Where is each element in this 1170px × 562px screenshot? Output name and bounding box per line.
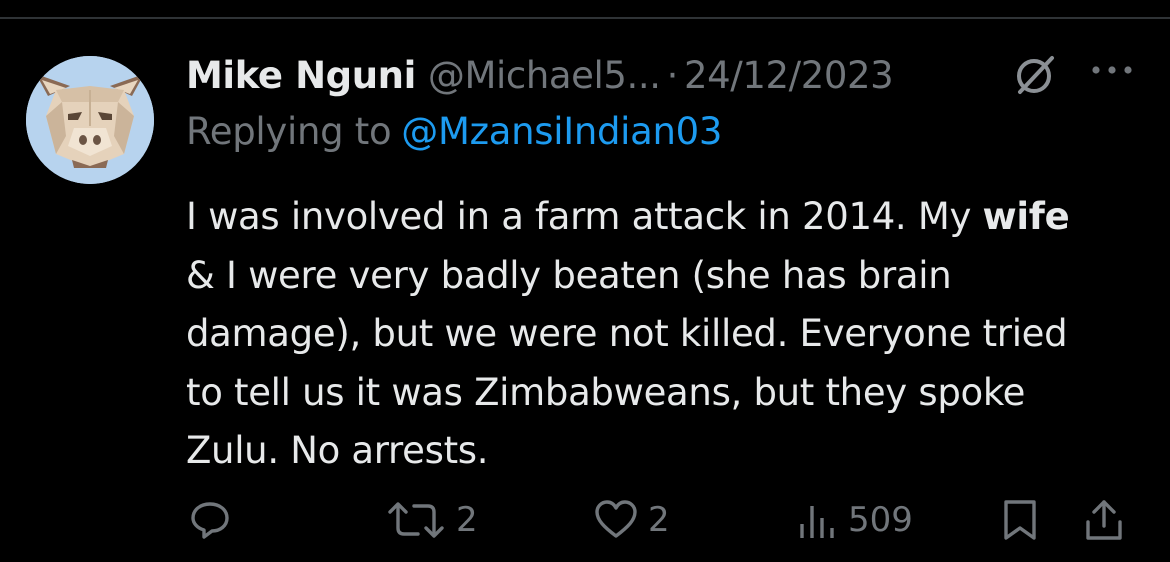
body-line: to tell us it was Zimbabweans, but they … [186,370,1026,414]
replying-prefix: Replying to [186,110,392,153]
body-line: damage), but we were not killed. Everyon… [186,312,1068,355]
body-line: & I were very badly beaten (she has brai… [186,253,952,297]
tweet-body: I was involved in a farm attack in 2014.… [186,188,1151,481]
pig-face-avatar-icon [26,56,154,184]
bookmark-icon [1004,500,1036,540]
reply-icon [191,502,229,539]
views-icon [800,506,834,538]
replying-handle-link[interactable]: @MzansiIndian03 [401,110,722,153]
grok-icon[interactable] [1012,54,1056,102]
author-name[interactable]: Mike Nguni [186,54,416,97]
reply-button[interactable] [188,496,240,544]
body-text-segment: I was involved in a farm attack in 2014.… [186,195,983,238]
action-bar: 2 2 509 [0,496,1170,544]
views-count: 509 [848,500,913,540]
author-handle[interactable]: @Michael5... [428,54,661,97]
body-line: I was involved in a farm attack in 2014.… [186,188,1151,247]
replying-to: Replying to @MzansiIndian03 [186,110,722,153]
more-icon[interactable] [1090,62,1136,82]
retweet-icon [388,502,444,538]
like-count: 2 [648,500,670,540]
top-divider [0,17,1170,19]
header-separator: · [666,53,679,97]
body-line: Zulu. No arrests. [186,429,489,472]
avatar[interactable] [26,56,154,184]
views-button[interactable]: 509 [796,496,913,544]
like-button[interactable]: 2 [592,496,670,544]
retweet-count: 2 [456,500,478,540]
share-button[interactable] [1082,496,1126,544]
share-icon [1086,500,1122,540]
tweet-date[interactable]: 24/12/2023 [684,54,894,97]
heart-icon [595,500,637,538]
retweet-button[interactable]: 2 [384,496,478,544]
body-bold-word: wife [982,195,1070,238]
bookmark-button[interactable] [998,496,1042,544]
tweet-header: Mike Nguni @Michael5... · 24/12/2023 [186,50,894,100]
